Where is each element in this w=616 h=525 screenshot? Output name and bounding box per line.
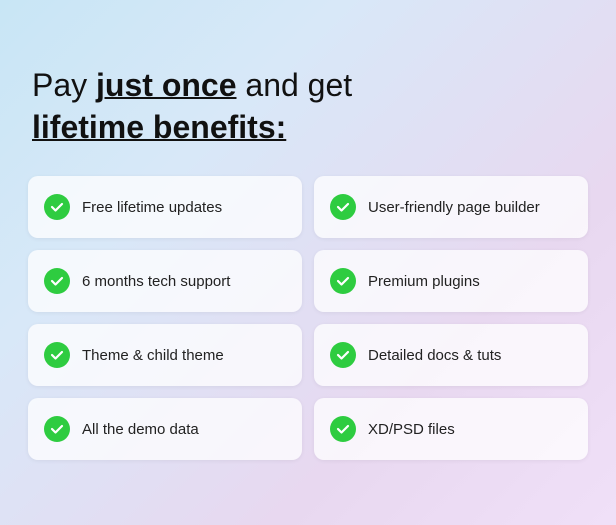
benefit-text-child-theme: Theme & child theme xyxy=(82,347,224,364)
benefit-card-demo-data: All the demo data xyxy=(28,398,302,460)
benefit-text-free-updates: Free lifetime updates xyxy=(82,199,222,216)
benefit-card-page-builder: User-friendly page builder xyxy=(314,176,588,238)
headline-line2: lifetime benefits: xyxy=(32,107,588,149)
benefit-text-tech-support: 6 months tech support xyxy=(82,273,230,290)
benefit-text-docs-tuts: Detailed docs & tuts xyxy=(368,347,501,364)
benefits-grid: Free lifetime updates User-friendly page… xyxy=(28,176,588,460)
benefit-card-docs-tuts: Detailed docs & tuts xyxy=(314,324,588,386)
benefit-text-page-builder: User-friendly page builder xyxy=(368,199,540,216)
check-icon xyxy=(44,342,70,368)
headline-section: Pay just once and get lifetime benefits: xyxy=(28,65,588,148)
check-icon xyxy=(330,268,356,294)
main-container: Pay just once and get lifetime benefits:… xyxy=(28,45,588,480)
benefit-card-tech-support: 6 months tech support xyxy=(28,250,302,312)
check-icon xyxy=(44,194,70,220)
check-icon xyxy=(44,268,70,294)
benefit-card-xd-psd: XD/PSD files xyxy=(314,398,588,460)
benefit-card-child-theme: Theme & child theme xyxy=(28,324,302,386)
benefit-card-free-updates: Free lifetime updates xyxy=(28,176,302,238)
benefit-text-premium-plugins: Premium plugins xyxy=(368,273,480,290)
check-icon xyxy=(44,416,70,442)
benefit-card-premium-plugins: Premium plugins xyxy=(314,250,588,312)
check-icon xyxy=(330,416,356,442)
benefit-text-xd-psd: XD/PSD files xyxy=(368,421,455,438)
benefit-text-demo-data: All the demo data xyxy=(82,421,199,438)
headline-text: Pay just once and get lifetime benefits: xyxy=(32,65,588,148)
check-icon xyxy=(330,342,356,368)
check-icon xyxy=(330,194,356,220)
